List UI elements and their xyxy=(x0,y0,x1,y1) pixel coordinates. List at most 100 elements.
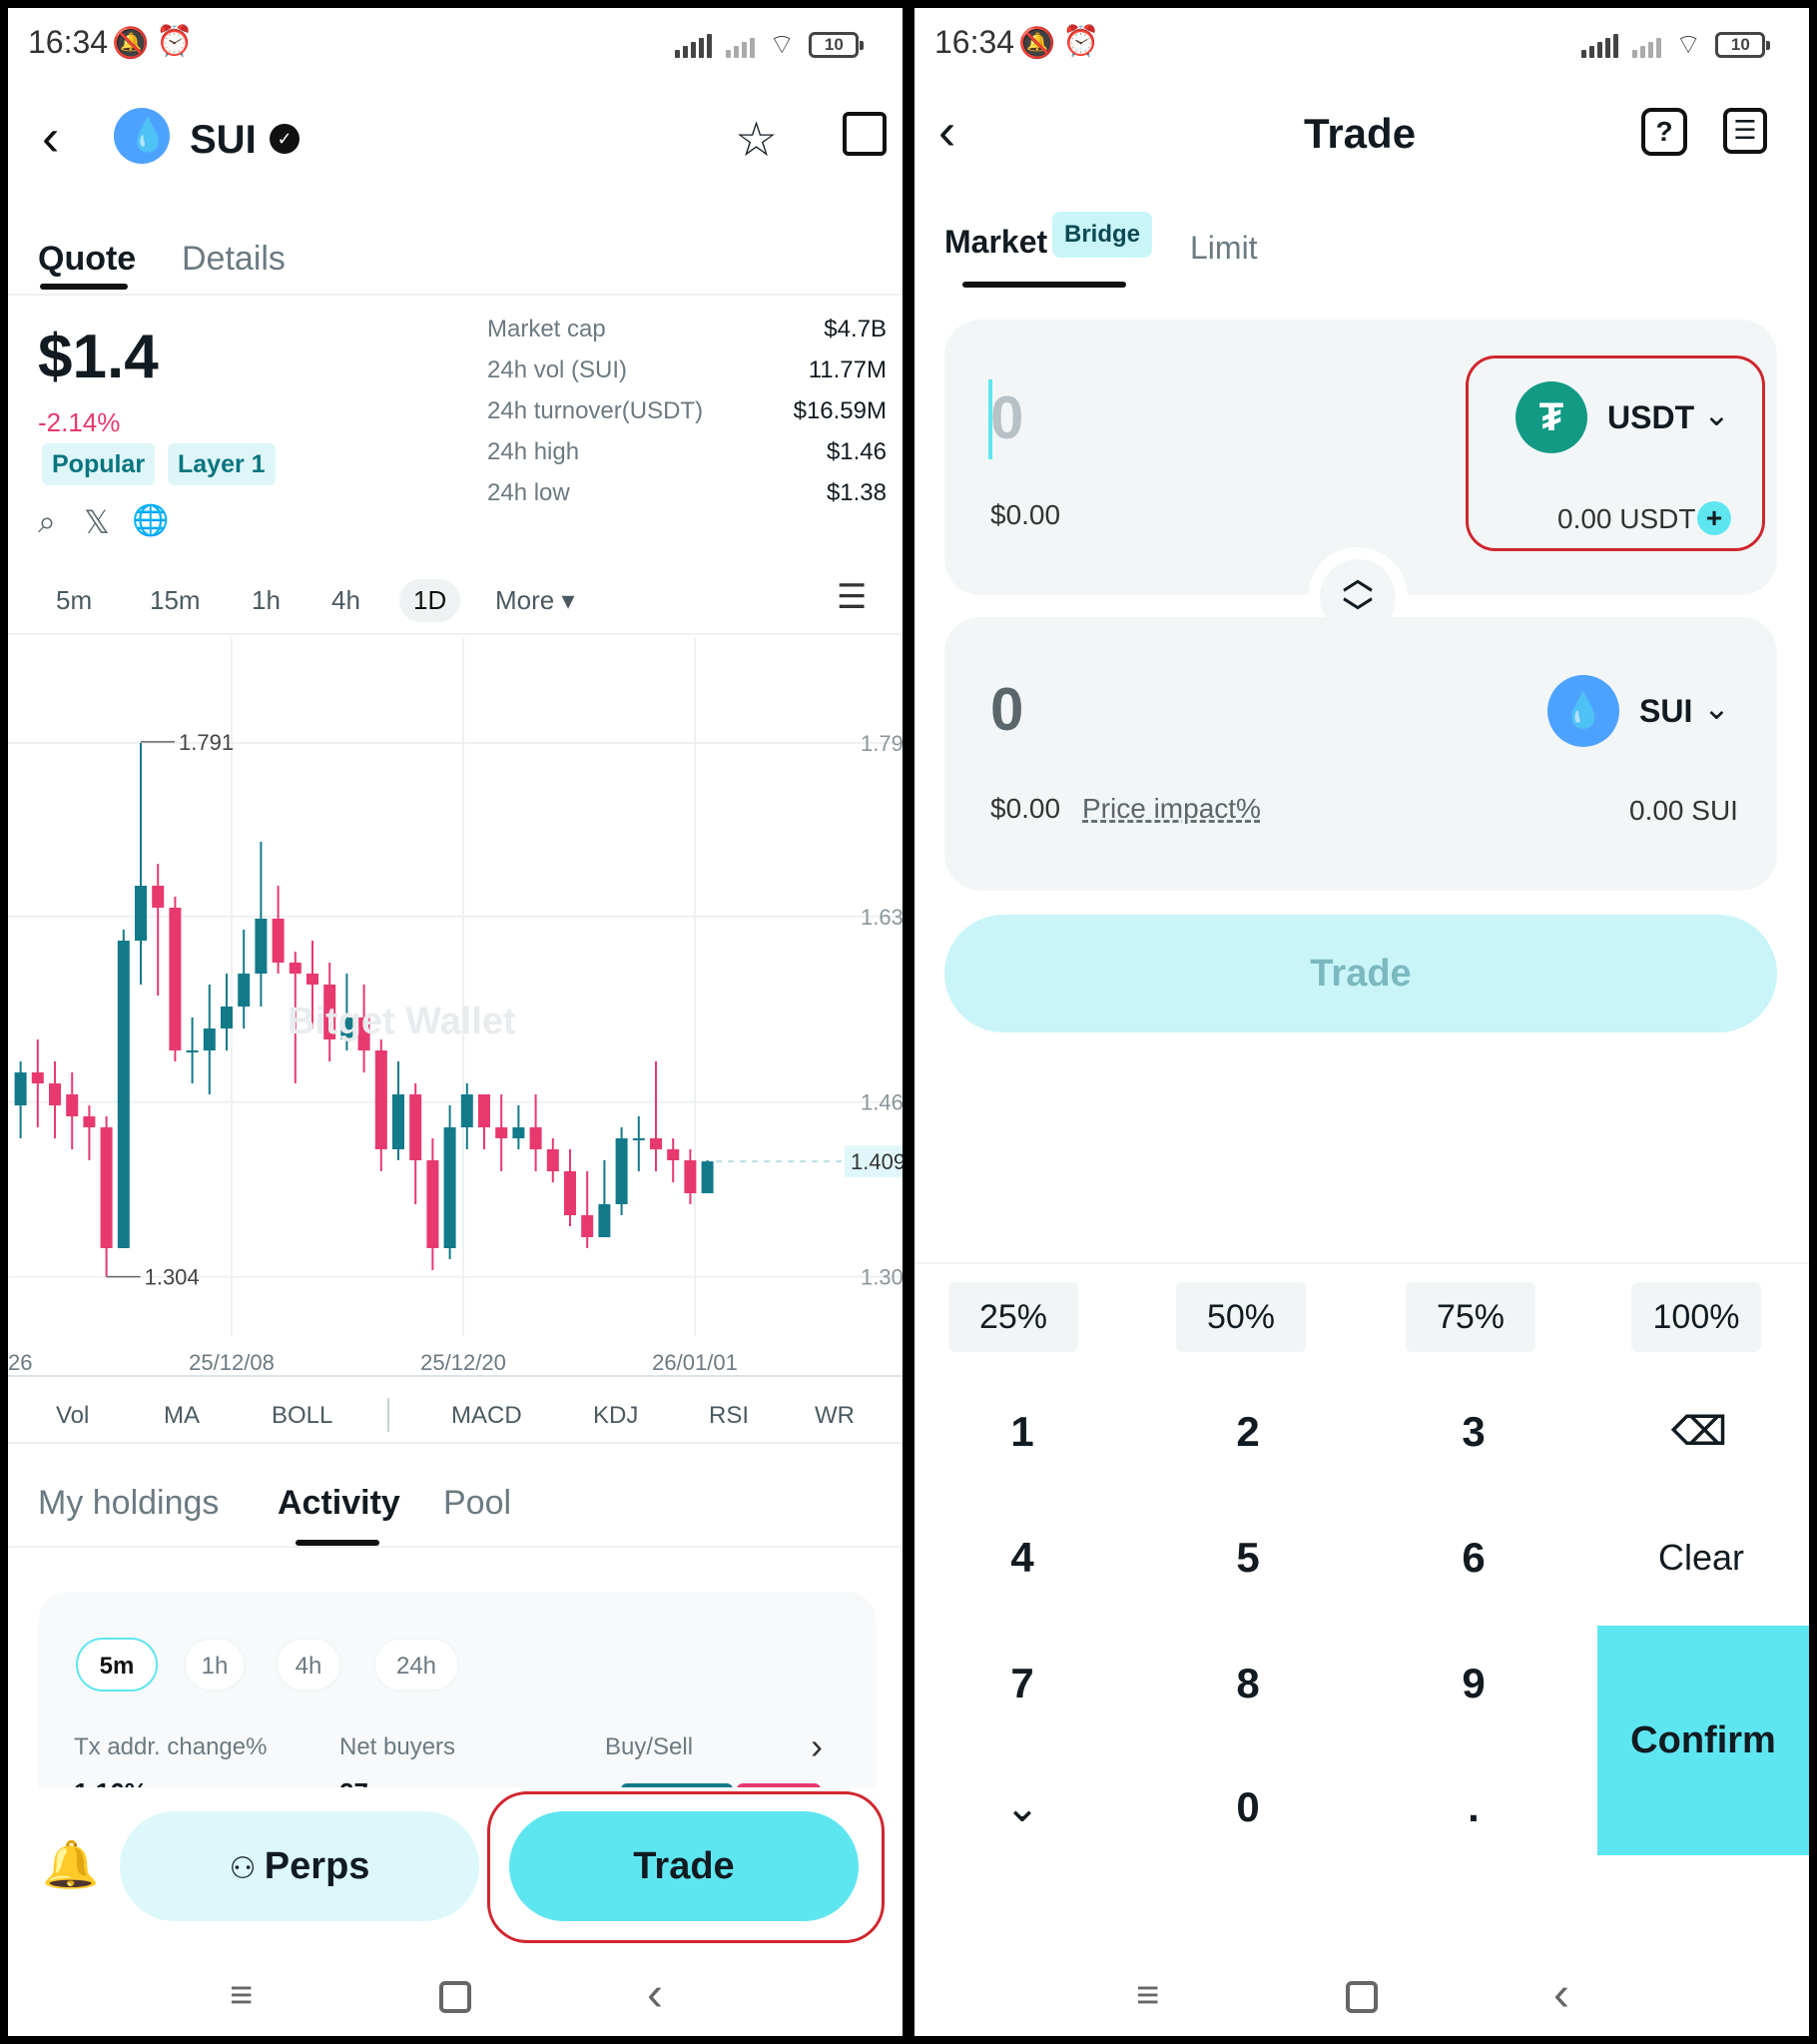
candle-body xyxy=(512,1127,525,1138)
candle-body xyxy=(632,1138,645,1140)
timeframe-1d[interactable]: 1D xyxy=(399,579,461,622)
back-icon[interactable]: ‹ xyxy=(42,108,59,168)
candle-body xyxy=(203,1028,216,1050)
backspace-icon[interactable]: ⌫ xyxy=(1629,1402,1769,1462)
back-icon[interactable]: ‹ xyxy=(938,102,955,162)
indicator-boll[interactable]: BOLL xyxy=(272,1402,332,1430)
history-icon[interactable]: ☰ xyxy=(1723,108,1767,154)
x-twitter-icon[interactable]: 𝕏 xyxy=(84,503,110,541)
key-2[interactable]: 2 xyxy=(1178,1402,1318,1462)
candle-body xyxy=(100,1127,113,1248)
clear-button[interactable]: Clear xyxy=(1613,1528,1789,1588)
indicator-ma[interactable]: MA xyxy=(164,1402,200,1430)
key-decimal[interactable]: . xyxy=(1404,1777,1543,1837)
price-change: -2.14% xyxy=(38,407,121,437)
period-1h[interactable]: 1h xyxy=(184,1638,246,1692)
indicator-vol[interactable]: Vol xyxy=(56,1402,89,1430)
globe-icon[interactable]: 🌐 xyxy=(132,503,169,538)
signal-icon xyxy=(1581,32,1618,58)
key-3[interactable]: 3 xyxy=(1404,1402,1543,1462)
nav-home-icon[interactable] xyxy=(1346,1981,1378,2013)
tag-popular[interactable]: Popular xyxy=(42,443,156,485)
chart-watermark: Bitget Wallet xyxy=(288,1001,516,1042)
percent-50-button[interactable]: 50% xyxy=(1176,1282,1306,1352)
from-usd-value: $0.00 xyxy=(990,499,1061,530)
key-5[interactable]: 5 xyxy=(1178,1528,1318,1588)
candle-body xyxy=(117,941,130,1248)
key-4[interactable]: 4 xyxy=(952,1528,1092,1588)
alert-bell-icon[interactable]: 🔔 xyxy=(42,1837,99,1892)
alarm-icon: ⏰ xyxy=(1062,25,1100,58)
price-impact-link[interactable]: Price impact% xyxy=(1082,793,1261,825)
period-24h[interactable]: 24h xyxy=(373,1638,459,1692)
bridge-badge[interactable]: Bridge xyxy=(1052,212,1153,258)
confirm-button[interactable]: Confirm xyxy=(1597,1626,1809,1855)
indicator-wr[interactable]: WR xyxy=(815,1402,855,1430)
trade-submit-button[interactable]: Trade xyxy=(944,915,1777,1032)
tag-layer1[interactable]: Layer 1 xyxy=(168,443,276,485)
indicator-rsi[interactable]: RSI xyxy=(709,1402,749,1430)
key-7[interactable]: 7 xyxy=(952,1654,1092,1713)
divider xyxy=(8,1442,903,1444)
to-token-selector[interactable]: 💧 SUI ⌄ xyxy=(1547,675,1737,749)
sui-token-icon: 💧 xyxy=(1547,675,1619,747)
nav-back-icon[interactable]: ‹ xyxy=(647,1967,663,2022)
from-amount-input[interactable]: 0 xyxy=(990,383,1023,452)
collapse-keyboard-icon[interactable]: ⌄ xyxy=(952,1777,1092,1837)
tab-limit[interactable]: Limit xyxy=(1190,230,1258,267)
nav-menu-icon[interactable]: ≡ xyxy=(230,1973,253,2018)
search-icon[interactable]: ⌕ xyxy=(38,503,56,541)
annotation-label: 1.304 xyxy=(145,1265,200,1290)
star-icon[interactable]: ☆ xyxy=(735,112,778,168)
key-1[interactable]: 1 xyxy=(952,1402,1092,1462)
candle-body xyxy=(238,974,251,1007)
percent-25-button[interactable]: 25% xyxy=(948,1282,1078,1352)
tab-pool[interactable]: Pool xyxy=(443,1484,511,1523)
nav-back-icon[interactable]: ‹ xyxy=(1553,1967,1569,2022)
candlestick-chart[interactable]: 1.79 1.632 1.463 1.304 26 25/12/08 25/12/20 26/… xyxy=(8,637,903,1396)
candle-body xyxy=(221,1007,233,1028)
candle-body xyxy=(701,1161,714,1193)
candle-body xyxy=(529,1127,542,1149)
tab-quote[interactable]: Quote xyxy=(38,240,136,279)
chart-settings-icon[interactable]: ☰ xyxy=(837,577,867,617)
candle-body xyxy=(667,1149,680,1160)
help-icon[interactable]: ? xyxy=(1641,108,1687,156)
battery-icon: 10 xyxy=(1715,32,1771,58)
indicator-kdj[interactable]: KDJ xyxy=(593,1402,638,1430)
percent-75-button[interactable]: 75% xyxy=(1406,1282,1535,1352)
divider xyxy=(8,633,903,635)
key-9[interactable]: 9 xyxy=(1404,1654,1543,1713)
key-0[interactable]: 0 xyxy=(1178,1777,1318,1837)
candle-body xyxy=(392,1094,404,1149)
candle-body xyxy=(460,1094,473,1127)
chevron-right-icon[interactable]: › xyxy=(811,1725,823,1767)
verified-icon: ✓ xyxy=(270,124,300,154)
to-token-name: SUI xyxy=(1639,693,1693,729)
timeframe-5m[interactable]: 5m xyxy=(56,585,92,616)
period-5m[interactable]: 5m xyxy=(76,1638,158,1692)
timeframe-1h[interactable]: 1h xyxy=(252,585,281,616)
perps-button[interactable]: ⚇ Perps xyxy=(120,1811,479,1921)
key-8[interactable]: 8 xyxy=(1178,1654,1318,1713)
candle-body xyxy=(564,1171,576,1215)
timeframe-4h[interactable]: 4h xyxy=(331,585,360,616)
share-icon[interactable] xyxy=(843,112,887,156)
tab-my-holdings[interactable]: My holdings xyxy=(38,1484,219,1523)
tab-details[interactable]: Details xyxy=(182,240,286,279)
candle-body xyxy=(478,1094,490,1127)
tab-market[interactable]: Market xyxy=(944,224,1047,261)
indicator-macd[interactable]: MACD xyxy=(451,1402,522,1430)
period-4h[interactable]: 4h xyxy=(276,1638,341,1692)
tab-activity[interactable]: Activity xyxy=(278,1484,400,1523)
timeframe-more[interactable]: More ▾ xyxy=(495,585,575,616)
mute-icon: 🔕 xyxy=(1018,27,1056,60)
annotation-label: 1.791 xyxy=(179,730,234,755)
key-6[interactable]: 6 xyxy=(1404,1528,1543,1588)
percent-100-button[interactable]: 100% xyxy=(1631,1282,1761,1352)
timeframe-15m[interactable]: 15m xyxy=(150,585,201,616)
nav-menu-icon[interactable]: ≡ xyxy=(1136,1973,1159,2018)
current-price-label: 1.409 xyxy=(851,1149,903,1174)
nav-home-icon[interactable] xyxy=(439,1981,471,2013)
highlight-box-token xyxy=(1466,355,1765,551)
